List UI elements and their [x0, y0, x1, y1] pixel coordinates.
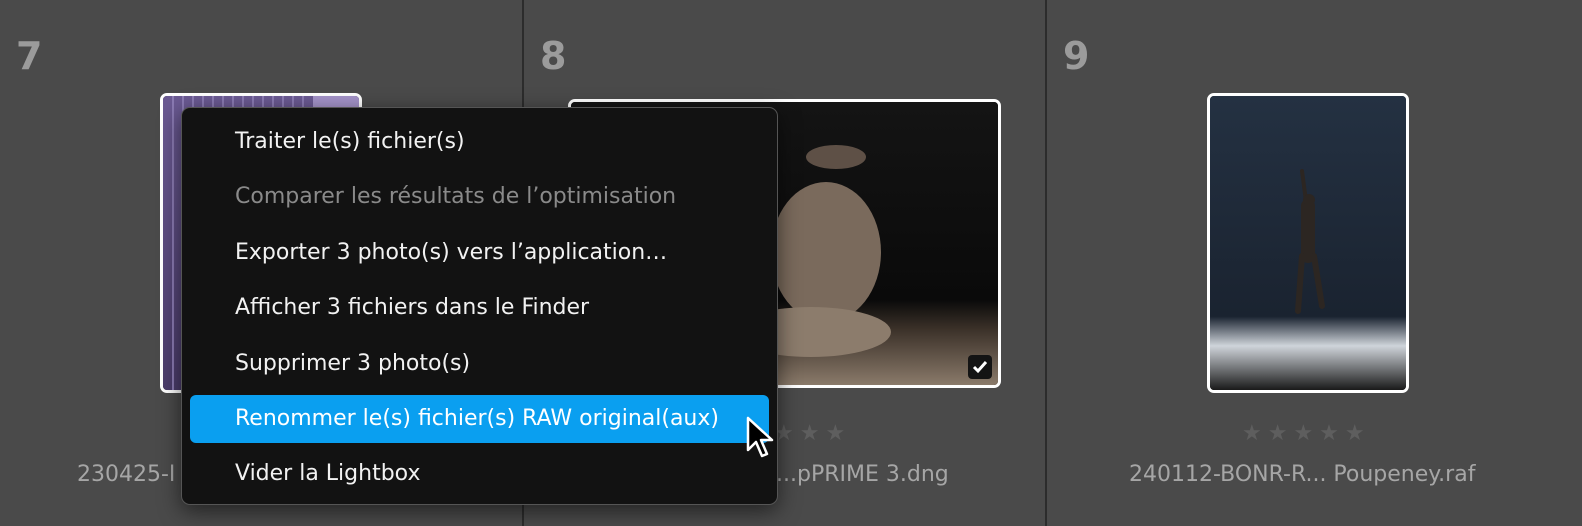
filename-label: 240112-BONR-R... Poupeney.raf — [1129, 462, 1476, 487]
menu-item-afficher-finder[interactable]: Afficher 3 fichiers dans le Finder — [190, 284, 769, 332]
context-menu: Traiter le(s) fichier(s) Comparer les ré… — [181, 107, 778, 505]
cell-number: 9 — [1063, 34, 1090, 78]
thumbnail-image — [1210, 96, 1406, 390]
cell-number: 8 — [540, 34, 567, 78]
star-rating[interactable]: ★★★★★ — [1242, 421, 1371, 446]
grid-cell-9[interactable]: 9 ★★★★★ 240112-BONR-R... Poupeney.raf — [1047, 0, 1582, 526]
selected-check-icon — [968, 355, 992, 379]
filename-label: ...pPRIME 3.dng — [776, 462, 949, 487]
menu-item-exporter[interactable]: Exporter 3 photo(s) vers l’application… — [190, 229, 769, 277]
thumbnail-9[interactable] — [1207, 93, 1409, 393]
menu-item-renommer[interactable]: Renommer le(s) fichier(s) RAW original(a… — [190, 395, 769, 443]
cell-number: 7 — [16, 34, 43, 78]
star-rating[interactable]: ★★★ — [774, 421, 851, 446]
menu-item-comparer: Comparer les résultats de l’optimisation — [235, 184, 677, 209]
mouse-cursor-icon — [746, 416, 774, 458]
menu-item-traiter[interactable]: Traiter le(s) fichier(s) — [190, 118, 769, 166]
menu-item-vider-lightbox[interactable]: Vider la Lightbox — [190, 450, 769, 498]
menu-item-supprimer[interactable]: Supprimer 3 photo(s) — [190, 340, 769, 388]
filename-label: 230425-I — [77, 462, 176, 487]
